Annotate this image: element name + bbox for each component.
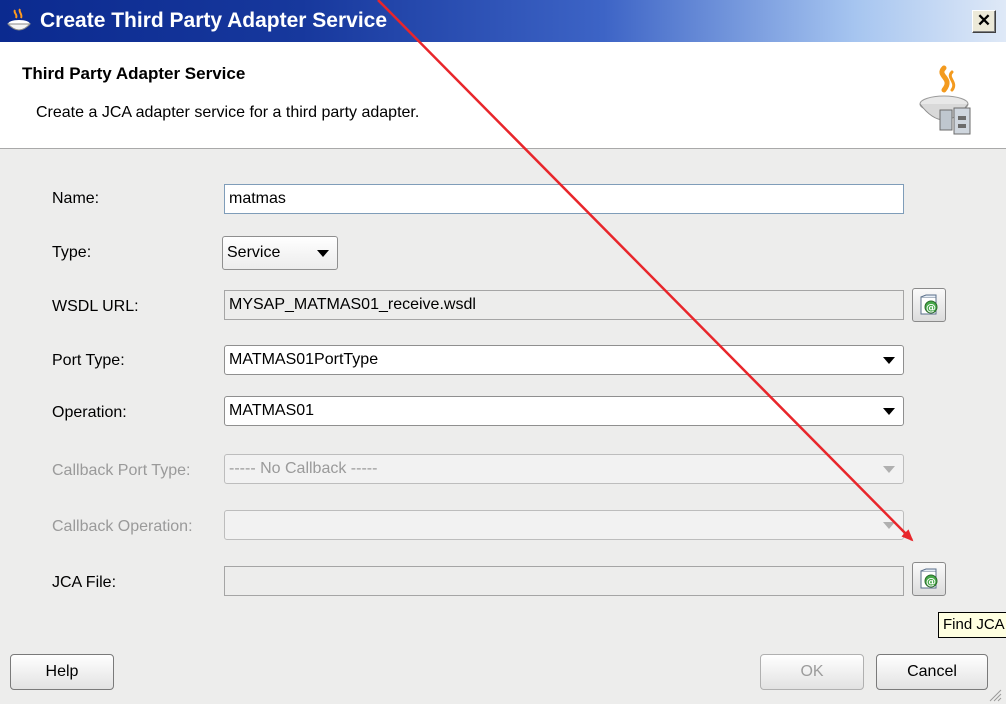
window-title: Create Third Party Adapter Service <box>40 9 388 32</box>
svg-text:@: @ <box>926 303 936 314</box>
operation-label: Operation: <box>52 404 127 421</box>
help-button[interactable]: Help <box>10 654 114 690</box>
type-label: Type: <box>52 244 92 261</box>
dialog-header: Third Party Adapter Service Create a JCA… <box>0 42 1006 149</box>
callback-port-type-select: ----- No Callback ----- <box>224 454 904 484</box>
chevron-down-icon <box>883 522 895 529</box>
chevron-down-icon <box>883 357 895 364</box>
callback-port-type-label: Callback Port Type: <box>52 462 191 479</box>
browse-wsdl-button[interactable]: @ <box>912 288 946 322</box>
port-type-label: Port Type: <box>52 352 125 369</box>
callback-operation-label: Callback Operation: <box>52 518 193 535</box>
operation-value: MATMAS01 <box>229 402 315 419</box>
adapter-service-icon <box>914 64 976 138</box>
type-select-value: Service <box>227 244 281 261</box>
svg-text:@: @ <box>926 577 936 588</box>
cancel-button[interactable]: Cancel <box>876 654 988 690</box>
coffee-cup-icon <box>6 8 34 34</box>
chevron-down-icon <box>883 408 895 415</box>
header-description: Create a JCA adapter service for a third… <box>36 104 420 121</box>
find-jca-tooltip: Find JCA <box>938 612 1006 638</box>
resize-grip-icon[interactable] <box>986 686 1002 702</box>
name-label: Name: <box>52 190 100 207</box>
chevron-down-icon <box>317 250 329 257</box>
operation-select[interactable]: MATMAS01 <box>224 396 904 426</box>
title-bar[interactable]: Create Third Party Adapter Service ✕ <box>0 0 1006 42</box>
close-button[interactable]: ✕ <box>972 10 996 33</box>
callback-operation-select <box>224 510 904 540</box>
type-select[interactable]: Service <box>222 236 338 270</box>
close-icon: ✕ <box>976 11 992 30</box>
name-input[interactable]: matmas <box>224 184 904 214</box>
header-title: Third Party Adapter Service <box>22 64 246 83</box>
ok-button[interactable]: OK <box>760 654 864 690</box>
dialog-window: Create Third Party Adapter Service ✕ Thi… <box>0 0 1006 704</box>
callback-port-type-value: ----- No Callback ----- <box>229 460 378 477</box>
port-type-value: MATMAS01PortType <box>229 351 379 368</box>
chevron-down-icon <box>883 466 895 473</box>
port-type-select[interactable]: MATMAS01PortType <box>224 345 904 375</box>
wsdl-url-field[interactable]: MYSAP_MATMAS01_receive.wsdl <box>224 290 904 320</box>
jca-file-field[interactable] <box>224 566 904 596</box>
jca-file-label: JCA File: <box>52 574 117 591</box>
wsdl-url-label: WSDL URL: <box>52 298 139 315</box>
find-jca-button[interactable]: @ <box>912 562 946 596</box>
